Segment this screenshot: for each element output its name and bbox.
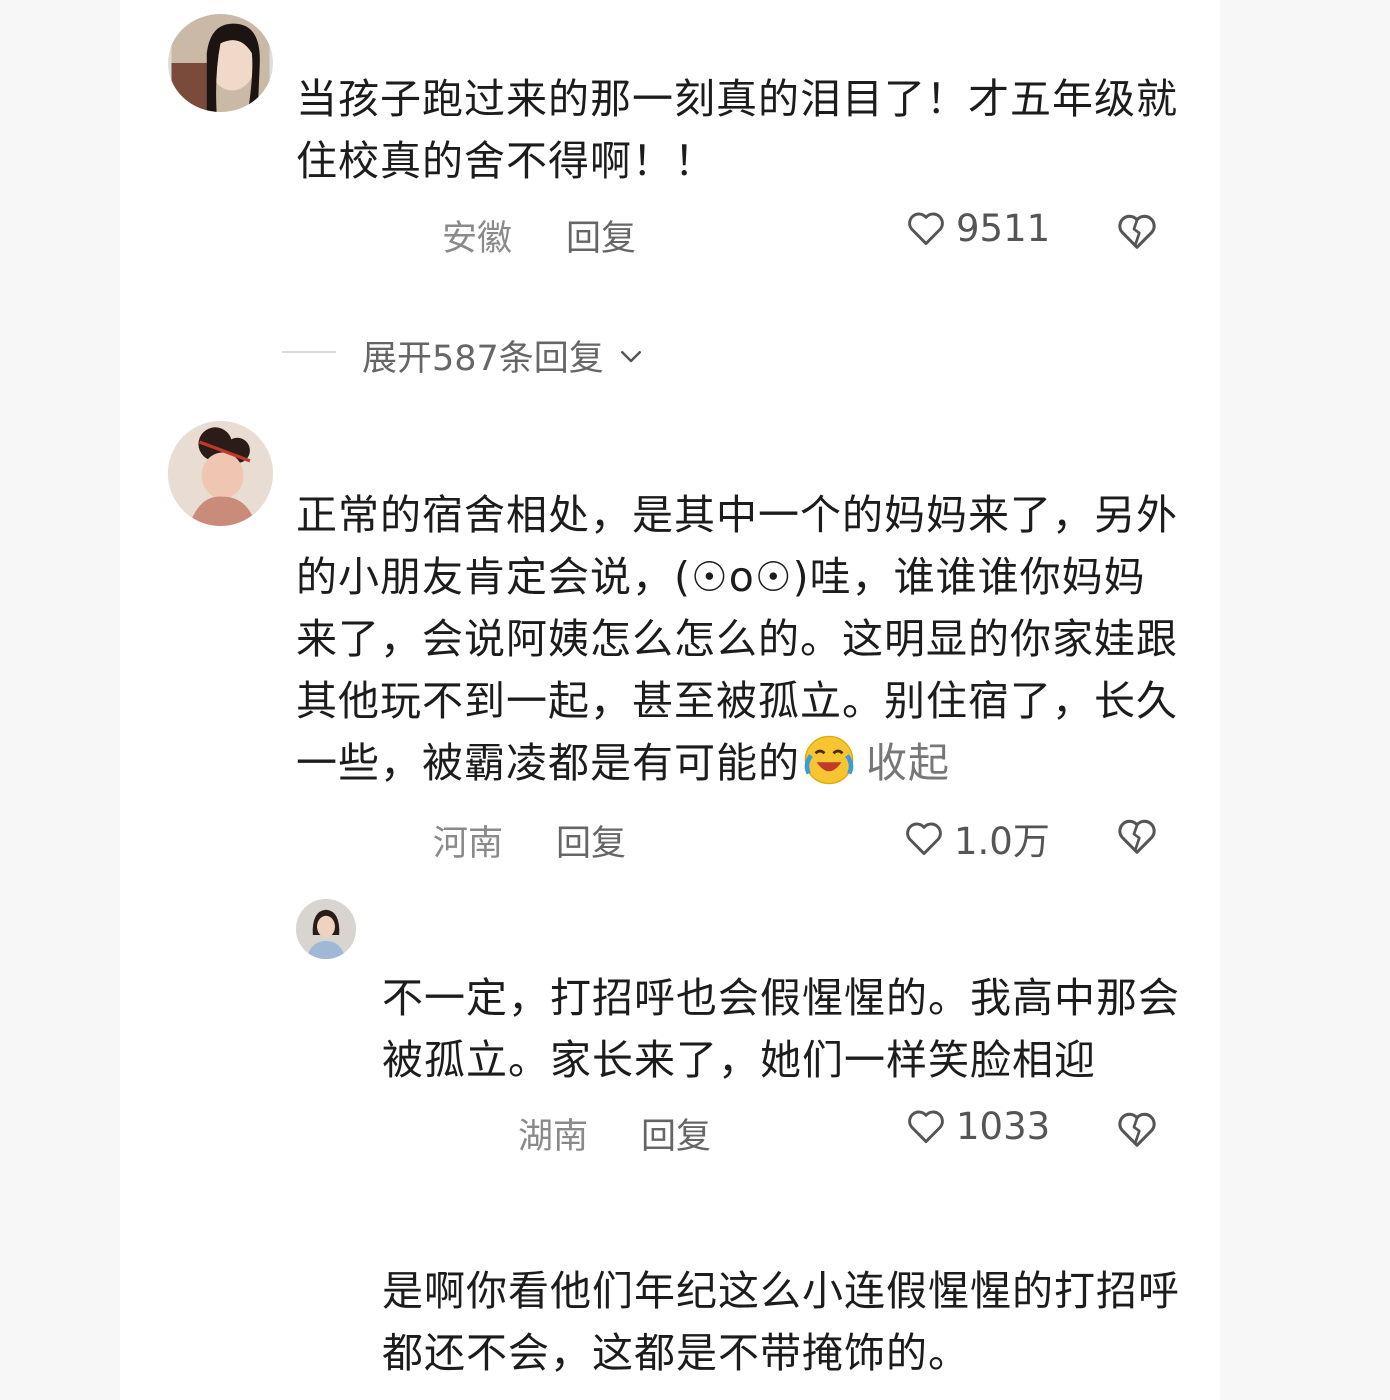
collapse-link[interactable]: 收起 (866, 739, 950, 787)
avatar-image (171, 14, 270, 112)
broken-heart-icon[interactable] (1114, 208, 1160, 254)
heart-outline-icon (908, 1110, 944, 1144)
like-button[interactable]: 9511 (904, 206, 1050, 250)
heart-outline-icon (908, 212, 944, 246)
expand-divider (282, 351, 336, 353)
avatar-image (296, 899, 356, 959)
like-button[interactable]: 1.0万 (902, 811, 1050, 865)
chevron-down-icon (620, 350, 641, 362)
avatar-image (168, 421, 273, 526)
reply-text: 是啊你看他们年纪这么小连假惺惺的打招呼都还不会，这都是不带掩饰的。 (382, 1267, 1180, 1377)
like-button[interactable]: 1033 (904, 1104, 1050, 1148)
reply-button[interactable]: 回复 (641, 1108, 711, 1159)
expand-replies-label: 展开587条回复 (362, 339, 604, 379)
avatar[interactable] (168, 14, 273, 112)
reply-button[interactable]: 回复 (566, 210, 636, 261)
comment-body: 正常的宿舍相处，是其中一个的妈妈来了，另外的小朋友肯定会说，(☉o☉)哇，谁谁谁… (296, 491, 1178, 787)
heart-outline-icon (906, 822, 942, 856)
avatar[interactable] (168, 421, 273, 526)
crying-laughing-emoji (804, 735, 854, 785)
like-count: 1033 (956, 1104, 1051, 1148)
comment-text: 当孩子跑过来的那一刻真的泪目了！才五年级就住校真的舍不得啊！！ (296, 75, 1178, 185)
comment-feed: 当孩子跑过来的那一刻真的泪目了！才五年级就住校真的舍不得啊！！ 安徽 回复 95… (120, 0, 1220, 1400)
reply-button[interactable]: 回复 (556, 815, 626, 866)
broken-heart-icon[interactable] (1114, 1106, 1160, 1152)
comment-location: 河南 (433, 824, 504, 864)
like-count: 1.0万 (954, 820, 1050, 863)
like-count: 9511 (956, 206, 1051, 250)
reply-text: 不一定，打招呼也会假惺惺的。我高中那会被孤立。家长来了，她们一样笑脸相迎 (382, 974, 1180, 1084)
reply-location: 湖南 (518, 1117, 589, 1157)
broken-heart-icon[interactable] (1114, 813, 1160, 859)
comment-location: 安徽 (442, 219, 513, 259)
expand-replies-button[interactable]: 展开587条回复 (362, 330, 646, 381)
comment-text: 正常的宿舍相处，是其中一个的妈妈来了，另外的小朋友肯定会说，(☉o☉)哇，谁谁谁… (296, 484, 1186, 794)
avatar[interactable] (296, 899, 356, 959)
